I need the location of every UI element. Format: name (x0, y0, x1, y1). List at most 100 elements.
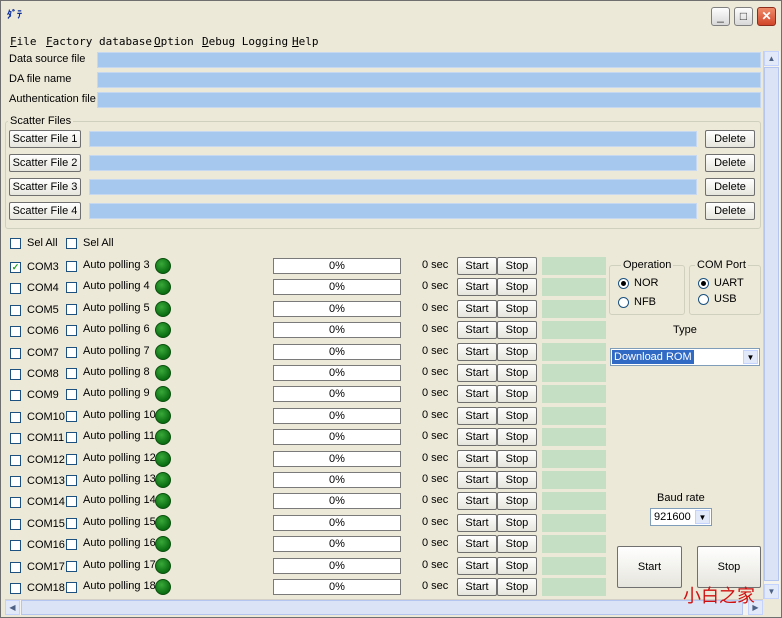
auto-polling-checkbox[interactable] (66, 475, 77, 486)
baud-rate-select[interactable]: 921600 ▼ (650, 508, 712, 526)
com-checkbox[interactable] (10, 583, 21, 594)
scroll-down-icon[interactable]: ▼ (764, 584, 779, 599)
row-start-button[interactable]: Start (457, 450, 497, 468)
com-checkbox[interactable]: ✓ (10, 262, 21, 273)
com-checkbox[interactable] (10, 519, 21, 530)
com-checkbox[interactable] (10, 283, 21, 294)
com-checkbox[interactable] (10, 305, 21, 316)
auto-polling-checkbox[interactable] (66, 432, 77, 443)
scatter-file-2-field[interactable] (89, 155, 697, 171)
scatter-file-2-button[interactable]: Scatter File 2 (9, 154, 81, 172)
auto-polling-checkbox[interactable] (66, 496, 77, 507)
row-stop-button[interactable]: Stop (497, 492, 537, 510)
menu-file[interactable]: File (10, 35, 37, 48)
auto-polling-checkbox[interactable] (66, 454, 77, 465)
row-start-button[interactable]: Start (457, 257, 497, 275)
menu-factory-database[interactable]: Factory database (46, 35, 152, 48)
delete-scatter-4-button[interactable]: Delete (705, 202, 755, 220)
row-stop-button[interactable]: Stop (497, 300, 537, 318)
row-stop-button[interactable]: Stop (497, 471, 537, 489)
scatter-file-1-button[interactable]: Scatter File 1 (9, 130, 81, 148)
com-checkbox[interactable] (10, 412, 21, 423)
auto-polling-checkbox[interactable] (66, 347, 77, 358)
row-start-button[interactable]: Start (457, 407, 497, 425)
row-stop-button[interactable]: Stop (497, 578, 537, 596)
com-checkbox[interactable] (10, 455, 21, 466)
uart-radio[interactable] (698, 278, 709, 289)
row-start-button[interactable]: Start (457, 428, 497, 446)
row-start-button[interactable]: Start (457, 278, 497, 296)
menu-help[interactable]: Help (292, 35, 319, 48)
row-start-button[interactable]: Start (457, 492, 497, 510)
row-start-button[interactable]: Start (457, 321, 497, 339)
row-stop-button[interactable]: Stop (497, 535, 537, 553)
delete-scatter-3-button[interactable]: Delete (705, 178, 755, 196)
chevron-down-icon[interactable]: ▼ (695, 510, 710, 524)
vertical-scrollbar[interactable]: ▲ ▼ (763, 51, 780, 599)
chevron-down-icon[interactable]: ▼ (743, 350, 758, 364)
usb-radio[interactable] (698, 294, 709, 305)
auto-polling-checkbox[interactable] (66, 582, 77, 593)
horizontal-scroll-thumb[interactable] (21, 600, 743, 615)
row-stop-button[interactable]: Stop (497, 428, 537, 446)
delete-scatter-2-button[interactable]: Delete (705, 154, 755, 172)
row-stop-button[interactable]: Stop (497, 364, 537, 382)
auto-polling-checkbox[interactable] (66, 325, 77, 336)
close-button[interactable]: ✕ (757, 7, 776, 26)
row-start-button[interactable]: Start (457, 471, 497, 489)
row-start-button[interactable]: Start (457, 343, 497, 361)
com-checkbox[interactable] (10, 369, 21, 380)
com-checkbox[interactable] (10, 326, 21, 337)
auto-polling-checkbox[interactable] (66, 411, 77, 422)
row-stop-button[interactable]: Stop (497, 450, 537, 468)
com-checkbox[interactable] (10, 540, 21, 551)
scroll-left-icon[interactable]: ◀ (5, 600, 20, 615)
auto-polling-checkbox[interactable] (66, 539, 77, 550)
scatter-file-3-field[interactable] (89, 179, 697, 195)
auto-polling-checkbox[interactable] (66, 561, 77, 572)
row-start-button[interactable]: Start (457, 578, 497, 596)
row-stop-button[interactable]: Stop (497, 514, 537, 532)
minimize-button[interactable]: _ (711, 7, 730, 26)
auto-polling-checkbox[interactable] (66, 261, 77, 272)
com-checkbox[interactable] (10, 476, 21, 487)
scatter-file-4-button[interactable]: Scatter File 4 (9, 202, 81, 220)
auto-polling-checkbox[interactable] (66, 389, 77, 400)
row-start-button[interactable]: Start (457, 535, 497, 553)
row-start-button[interactable]: Start (457, 557, 497, 575)
main-start-button[interactable]: Start (617, 546, 682, 588)
type-select[interactable]: Download ROM ▼ (610, 348, 760, 366)
row-stop-button[interactable]: Stop (497, 385, 537, 403)
nor-radio[interactable] (618, 278, 629, 289)
row-stop-button[interactable]: Stop (497, 407, 537, 425)
delete-scatter-1-button[interactable]: Delete (705, 130, 755, 148)
scatter-file-1-field[interactable] (89, 131, 697, 147)
scatter-file-3-button[interactable]: Scatter File 3 (9, 178, 81, 196)
auto-polling-checkbox[interactable] (66, 518, 77, 529)
com-checkbox[interactable] (10, 497, 21, 508)
com-checkbox[interactable] (10, 348, 21, 359)
com-checkbox[interactable] (10, 562, 21, 573)
auto-polling-checkbox[interactable] (66, 282, 77, 293)
row-stop-button[interactable]: Stop (497, 257, 537, 275)
data-source-field[interactable] (97, 52, 761, 68)
auth-file-field[interactable] (97, 92, 761, 108)
scroll-up-icon[interactable]: ▲ (764, 51, 779, 66)
select-all-com-checkbox[interactable] (10, 238, 21, 249)
row-start-button[interactable]: Start (457, 364, 497, 382)
auto-polling-checkbox[interactable] (66, 304, 77, 315)
row-start-button[interactable]: Start (457, 514, 497, 532)
row-start-button[interactable]: Start (457, 385, 497, 403)
menu-debug-logging[interactable]: Debug Logging (202, 35, 288, 48)
com-checkbox[interactable] (10, 390, 21, 401)
menu-option[interactable]: Option (154, 35, 194, 48)
row-stop-button[interactable]: Stop (497, 321, 537, 339)
auto-polling-checkbox[interactable] (66, 368, 77, 379)
maximize-button[interactable]: □ (734, 7, 753, 26)
row-stop-button[interactable]: Stop (497, 557, 537, 575)
select-all-polling-checkbox[interactable] (66, 238, 77, 249)
com-checkbox[interactable] (10, 433, 21, 444)
scatter-file-4-field[interactable] (89, 203, 697, 219)
horizontal-scrollbar[interactable]: ◀ ▶ (5, 599, 763, 615)
vertical-scroll-thumb[interactable] (764, 67, 779, 581)
